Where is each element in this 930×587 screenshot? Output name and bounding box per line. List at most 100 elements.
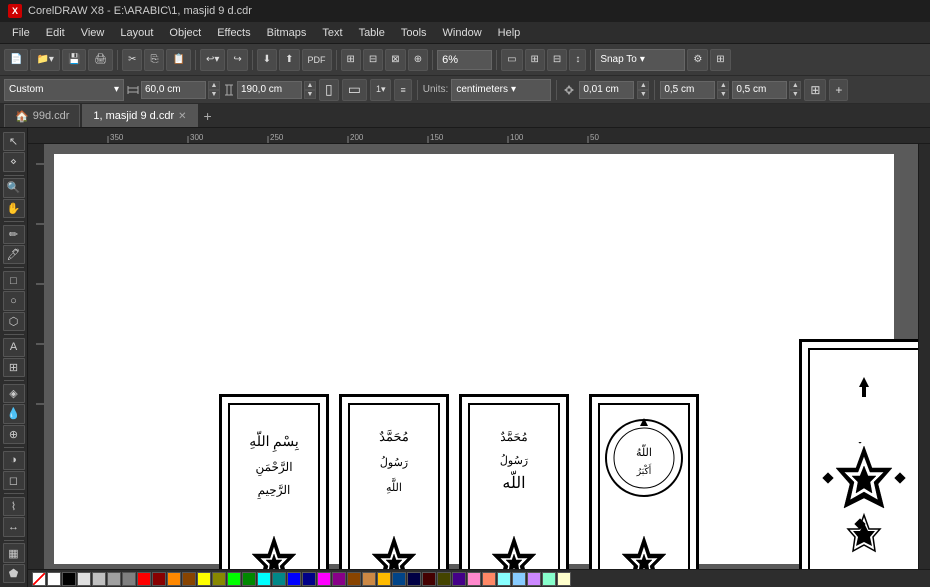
color-tan[interactable] xyxy=(362,572,376,586)
nudge3-up-button[interactable]: ▲ xyxy=(789,81,801,90)
select-all-button[interactable]: ⊞ xyxy=(804,79,826,101)
shadow-tool[interactable]: ◑ xyxy=(3,451,25,470)
text-tool[interactable]: A xyxy=(3,338,25,357)
pdf-button[interactable]: PDF xyxy=(302,49,332,71)
cut-button[interactable]: ✂ xyxy=(122,49,142,71)
close-icon[interactable]: ✕ xyxy=(178,111,186,122)
panel-3[interactable]: مُحَمَّدٌ رَسُولُ اللّه xyxy=(459,394,569,575)
color-purple[interactable] xyxy=(452,572,466,586)
menu-text[interactable]: Text xyxy=(314,25,350,41)
grid-button[interactable]: ⊞ xyxy=(341,49,361,71)
height-spinner[interactable]: ▲ ▼ xyxy=(304,81,316,99)
width-up-button[interactable]: ▲ xyxy=(208,81,220,90)
color-blue[interactable] xyxy=(287,572,301,586)
panel-4[interactable]: اللّهُ أَكْبَرُ xyxy=(589,394,699,575)
view-btn2[interactable]: ⊞ xyxy=(525,49,545,71)
tab-add-button[interactable]: + xyxy=(200,108,216,124)
color-darkmagenta[interactable] xyxy=(332,572,346,586)
color-darkblue[interactable] xyxy=(302,572,316,586)
width-down-button[interactable]: ▼ xyxy=(208,90,220,99)
color-lavender[interactable] xyxy=(527,572,541,586)
height-input[interactable] xyxy=(237,81,302,99)
color-darkcyan[interactable] xyxy=(272,572,286,586)
portrait-button[interactable]: ▯ xyxy=(319,79,339,101)
page-number-button[interactable]: 1▾ xyxy=(370,79,392,101)
menu-help[interactable]: Help xyxy=(490,25,529,41)
color-sky[interactable] xyxy=(512,572,526,586)
polygon-tool[interactable]: ⬡ xyxy=(3,312,25,331)
nudge2-up-button[interactable]: ▲ xyxy=(717,81,729,90)
pattern-tool[interactable]: ▦ xyxy=(3,543,25,562)
import-button[interactable]: ⬇ xyxy=(257,49,277,71)
export-button[interactable]: ⬆ xyxy=(279,49,299,71)
page-size-dropdown[interactable]: Custom ▾ xyxy=(4,79,124,101)
rect-tool[interactable]: □ xyxy=(3,271,25,290)
color-darkgreen[interactable] xyxy=(242,572,256,586)
copy-button[interactable]: ⎘ xyxy=(144,49,164,71)
nudge-input[interactable] xyxy=(579,81,634,99)
menu-file[interactable]: File xyxy=(4,25,38,41)
menu-window[interactable]: Window xyxy=(435,25,490,41)
height-down-button[interactable]: ▼ xyxy=(304,90,316,99)
view-btn1[interactable]: ▭ xyxy=(501,49,522,71)
nudge3-input[interactable] xyxy=(732,81,787,99)
menu-view[interactable]: View xyxy=(73,25,113,41)
color-aqua[interactable] xyxy=(497,572,511,586)
panel-1[interactable]: بِسْمِ اللّهِ الرَّحْمَنِ الرَّحِيمِ xyxy=(219,394,329,575)
nudge-down-button[interactable]: ▼ xyxy=(637,90,649,99)
color-maroon[interactable] xyxy=(422,572,436,586)
undo-button[interactable]: ↩▾ xyxy=(200,49,225,71)
nudge2-down-button[interactable]: ▼ xyxy=(717,90,729,99)
interactive-tool[interactable]: ⊕ xyxy=(3,425,25,444)
select-tool[interactable]: ↖ xyxy=(3,132,25,151)
extra-btn2[interactable]: + xyxy=(829,79,848,101)
menu-tools[interactable]: Tools xyxy=(393,25,435,41)
color-gold[interactable] xyxy=(377,572,391,586)
color-pink[interactable] xyxy=(467,572,481,586)
menu-effects[interactable]: Effects xyxy=(209,25,258,41)
align-button[interactable]: ⊠ xyxy=(385,49,405,71)
color-salmon[interactable] xyxy=(482,572,496,586)
save-button[interactable]: 💾 xyxy=(62,49,86,71)
connector-tool[interactable]: ⌇ xyxy=(3,497,25,516)
ellipse-tool[interactable]: ○ xyxy=(3,291,25,310)
color-darkyellow[interactable] xyxy=(212,572,226,586)
menu-layout[interactable]: Layout xyxy=(112,25,161,41)
open-button[interactable]: 📁▾ xyxy=(30,49,59,71)
color-orange[interactable] xyxy=(167,572,181,586)
print-button[interactable]: 🖨 xyxy=(88,49,113,71)
fill-tool[interactable]: ◈ xyxy=(3,384,25,403)
eyedrop-tool[interactable]: 💧 xyxy=(3,404,25,423)
shape-tool[interactable]: ⋄ xyxy=(3,152,25,171)
color-brown[interactable] xyxy=(347,572,361,586)
view-btn4[interactable]: ↕ xyxy=(569,49,586,71)
color-white[interactable] xyxy=(47,572,61,586)
panel-5[interactable] xyxy=(799,339,918,575)
nudge3-down-button[interactable]: ▼ xyxy=(789,90,801,99)
extra-button[interactable]: ⊞ xyxy=(710,49,730,71)
menu-table[interactable]: Table xyxy=(351,25,393,41)
color-navy[interactable] xyxy=(407,572,421,586)
color-cream[interactable] xyxy=(557,572,571,586)
color-gray50[interactable] xyxy=(122,572,136,586)
width-input[interactable] xyxy=(141,81,206,99)
tab-active[interactable]: 1, masjid 9 d.cdr ✕ xyxy=(82,104,197,127)
nudge2-spinner[interactable]: ▲ ▼ xyxy=(717,81,729,99)
view-btn3[interactable]: ⊟ xyxy=(547,49,567,71)
smart-tool[interactable]: ⬟ xyxy=(3,564,25,583)
measure-tool[interactable]: ↔ xyxy=(3,517,25,536)
color-lime[interactable] xyxy=(227,572,241,586)
new-button[interactable]: 📄 xyxy=(4,49,28,71)
units-dropdown[interactable]: centimeters ▾ xyxy=(451,79,551,101)
menu-edit[interactable]: Edit xyxy=(38,25,73,41)
color-gray30[interactable] xyxy=(107,572,121,586)
color-darkorange[interactable] xyxy=(182,572,196,586)
color-black[interactable] xyxy=(62,572,76,586)
paste-button[interactable]: 📋 xyxy=(166,49,190,71)
color-magenta[interactable] xyxy=(317,572,331,586)
color-red[interactable] xyxy=(137,572,151,586)
height-up-button[interactable]: ▲ xyxy=(304,81,316,90)
color-gray10[interactable] xyxy=(77,572,91,586)
nudge2-input[interactable] xyxy=(660,81,715,99)
options-button[interactable]: ⚙ xyxy=(687,49,708,71)
